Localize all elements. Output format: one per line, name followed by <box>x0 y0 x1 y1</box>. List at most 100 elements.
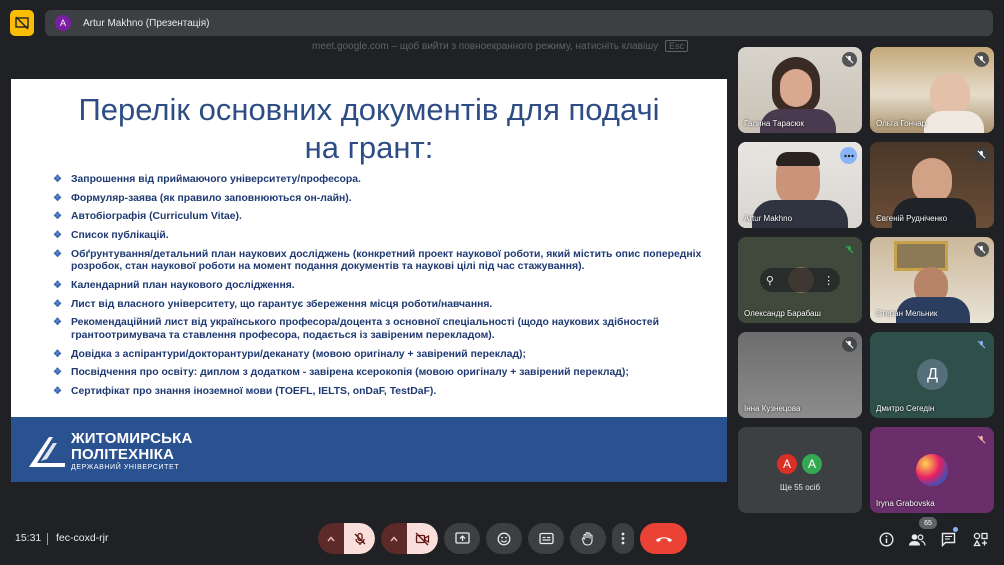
participant-tile[interactable]: Степан Мельник <box>870 237 994 323</box>
presenter-bar: A Artur Makhno (Презентація) <box>45 10 993 36</box>
chat-button[interactable] <box>938 529 958 549</box>
mic-off-icon <box>842 52 857 67</box>
participant-tile[interactable]: Євгеній Рудніченко <box>870 142 994 228</box>
bullet-icon: ❖ <box>53 367 62 379</box>
bullet-icon: ❖ <box>53 192 62 204</box>
logo-line-3: ДЕРЖАВНИЙ УНІВЕРСИТЕТ <box>71 464 180 471</box>
bullet-text: Сертифікат про знання іноземної мови (TO… <box>71 385 437 397</box>
bullet-icon: ❖ <box>53 348 62 360</box>
bullet-item: ❖ Автобіографія (Curriculum Vitae). <box>53 211 713 224</box>
bullet-text: Посвідчення про освіту: диплом з додатко… <box>71 367 629 379</box>
more-vert-icon <box>621 532 625 545</box>
bullet-item: ❖ Календарний план наукового дослідження. <box>53 280 713 293</box>
participant-tile[interactable]: Д Дмитро Сегедін <box>870 332 994 418</box>
slide-title-line-1: Перелік основних документів для подачі <box>78 92 660 127</box>
bullet-item: ❖ Довідка з аспірантури/докторантури/дека… <box>53 349 713 362</box>
chat-icon <box>941 532 955 547</box>
mic-off-icon <box>974 242 989 257</box>
bullet-item: ❖ Список публікацій. <box>53 230 713 243</box>
bullet-text: Автобіографія (Curriculum Vitae). <box>71 211 242 223</box>
bullet-text: Формуляр-заява (як правило заповнюються … <box>71 192 352 204</box>
closed-captions-icon <box>538 532 554 545</box>
bullet-text: Список публікацій. <box>71 230 169 242</box>
bullet-text: Рекомендаційний лист від українського пр… <box>71 317 659 341</box>
reactions-button[interactable] <box>486 523 522 554</box>
microphone-toggle-button[interactable] <box>344 523 375 554</box>
more-options-button[interactable] <box>612 523 634 554</box>
fullscreen-hint: meet.google.com – щоб вийти з повноекран… <box>312 40 689 52</box>
emoji-icon <box>497 532 511 545</box>
activities-button[interactable] <box>970 529 990 549</box>
bullet-item: ❖ Формуляр-заява (як правило заповнюються… <box>53 193 713 206</box>
bullet-icon: ❖ <box>53 211 62 223</box>
participant-tile[interactable]: Галина Тарасюк <box>738 47 862 133</box>
leave-call-button[interactable] <box>640 523 687 554</box>
mic-off-icon <box>974 147 989 162</box>
bullet-text: Запрошення від приймаючого університету/… <box>71 174 361 185</box>
mic-off-icon <box>974 337 989 352</box>
slide-title: Перелік основних документів для подачі н… <box>11 91 727 167</box>
present-screen-button[interactable] <box>444 523 480 554</box>
bullet-icon: ❖ <box>53 174 62 185</box>
slide-title-line-2: на грант: <box>304 130 434 165</box>
bullet-text: Довідка з аспірантури/докторантури/декан… <box>71 348 526 360</box>
more-participants-label: Ще 55 осіб <box>779 483 821 492</box>
raise-hand-button[interactable] <box>570 523 606 554</box>
bullet-text: Лист від власного університету, що гаран… <box>71 298 493 310</box>
bullet-icon: ❖ <box>53 230 62 242</box>
fullscreen-hint-text: meet.google.com – щоб вийти з повноекран… <box>312 41 659 52</box>
meet-window: A Artur Makhno (Презентація) meet.google… <box>0 0 1004 565</box>
participant-tile-active[interactable]: Artur Makhno <box>738 142 862 228</box>
university-logo: ЖИТОМИРСЬКА ПОЛІТЕХНІКА ДЕРЖАВНИЙ УНІВЕР… <box>27 431 193 473</box>
people-count-badge: 65 <box>919 517 937 529</box>
bullet-icon: ❖ <box>53 317 62 329</box>
camera-toggle-button[interactable] <box>407 523 438 554</box>
bullet-item: ❖ Посвідчення про освіту: диплом з додатк… <box>53 367 713 380</box>
meeting-code: fec-coxd-rjr <box>56 532 109 544</box>
clock: 15:31 <box>15 532 42 544</box>
esc-key-hint: Esc <box>665 40 689 52</box>
bullet-item: ❖ Запрошення від приймаючого університету… <box>53 174 713 187</box>
more-vert-icon[interactable]: ⋮ <box>823 274 834 287</box>
bullet-icon: ❖ <box>53 279 62 291</box>
audio-options-button[interactable] <box>318 523 344 554</box>
logo-line-1: ЖИТОМИРСЬКА <box>71 430 193 447</box>
tile-hover-controls: ⚲ ⋮ <box>760 268 840 292</box>
participant-tile[interactable]: Інна Кузнецова <box>738 332 862 418</box>
bullet-icon: ❖ <box>53 248 62 260</box>
pin-icon[interactable]: ⚲ <box>766 274 774 287</box>
bullet-icon: ❖ <box>53 298 62 310</box>
mic-on-icon <box>842 242 857 257</box>
bullet-item: ❖ Обґрунтування/детальний план наукових д… <box>53 249 713 274</box>
mic-off-icon <box>354 532 365 545</box>
bullet-item: ❖ Рекомендаційний лист від українського п… <box>53 317 713 342</box>
participant-avatar: А <box>775 452 799 476</box>
more-participants-tile[interactable]: А А Ще 55 осіб <box>738 427 862 513</box>
meeting-details-button[interactable] <box>876 529 896 549</box>
participant-name: Ольга Гончар <box>876 119 927 128</box>
info-icon <box>878 531 894 547</box>
logo-line-2: ПОЛІТЕХНІКА <box>71 446 175 463</box>
participant-name: Artur Makhno <box>744 214 793 223</box>
call-end-icon <box>655 536 672 542</box>
mic-off-icon <box>974 52 989 67</box>
mic-off-icon <box>974 432 989 447</box>
presentation-icon[interactable] <box>10 10 34 36</box>
more-options-icon[interactable] <box>840 147 857 164</box>
people-button[interactable] <box>907 529 927 549</box>
video-options-button[interactable] <box>381 523 407 554</box>
slide-footer-band: ЖИТОМИРСЬКА ПОЛІТЕХНІКА ДЕРЖАВНИЙ УНІВЕР… <box>11 417 727 482</box>
participant-tile[interactable]: Ольга Гончар <box>870 47 994 133</box>
presentation-slide: Перелік основних документів для подачі н… <box>11 79 727 482</box>
participant-tile[interactable]: ⚲ ⋮ Олександр Барабаш <box>738 237 862 323</box>
camera-off-icon <box>415 532 430 545</box>
participant-name: Олександр Барабаш <box>744 309 821 318</box>
bullet-text: Календарний план наукового дослідження. <box>71 279 295 291</box>
present-to-all-icon <box>454 532 470 544</box>
mic-off-icon <box>842 337 857 352</box>
bullet-text: Обґрунтування/детальний план наукових до… <box>71 248 702 273</box>
captions-button[interactable] <box>528 523 564 554</box>
participant-tile[interactable]: Iryna Grabovska <box>870 427 994 513</box>
people-icon <box>909 533 926 546</box>
participant-name: Галина Тарасюк <box>744 119 804 128</box>
